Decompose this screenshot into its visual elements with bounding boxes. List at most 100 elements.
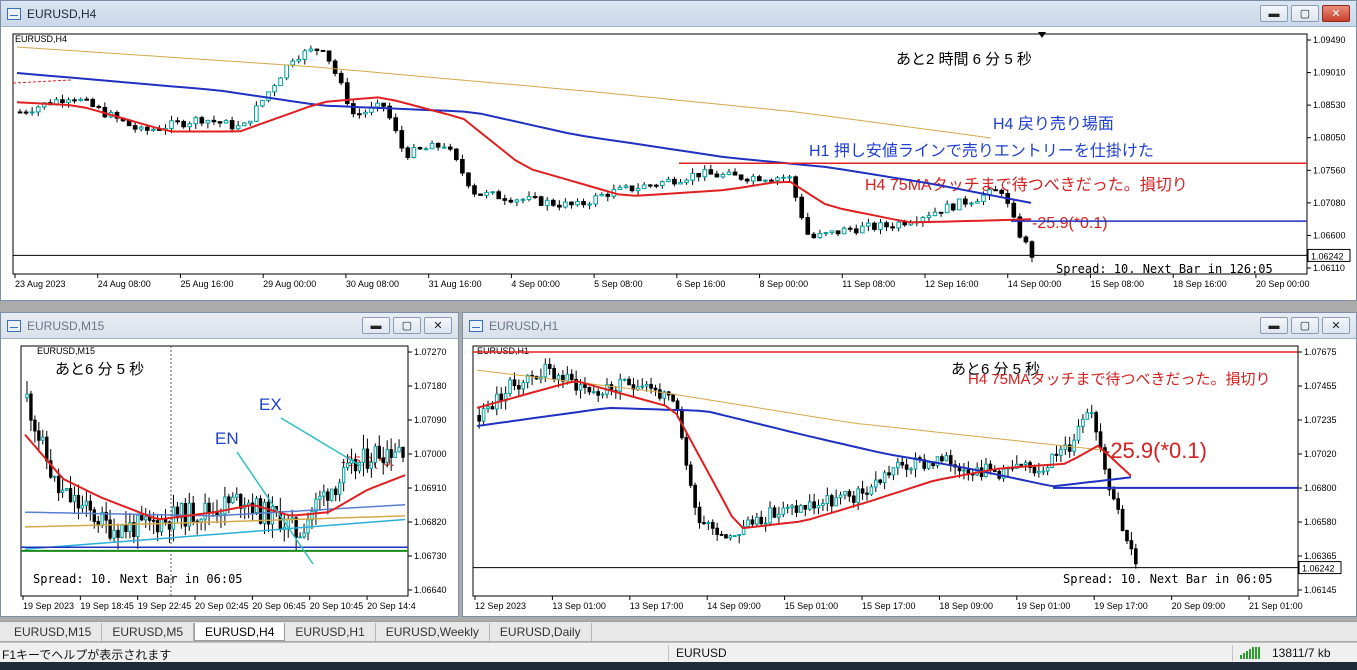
candle-body	[56, 475, 61, 494]
time-tick-label: 25 Aug 16:00	[180, 279, 233, 289]
h4-note-h4-sell: H4 戻り売り場面	[993, 115, 1114, 133]
candle-body	[405, 147, 411, 158]
candle-body	[790, 505, 794, 508]
candle-body	[860, 488, 865, 494]
minimize-button[interactable]: ▬	[1260, 317, 1288, 334]
minimize-button[interactable]: ▬	[362, 317, 390, 334]
candle-body	[617, 186, 623, 191]
price-tick-label: 1.06365	[1304, 551, 1337, 561]
candle-body	[763, 179, 768, 182]
chart-tab[interactable]: EURUSD,H1	[285, 623, 376, 641]
candle-body	[538, 196, 544, 206]
price-tick-label: 1.07020	[1304, 449, 1337, 459]
candle-body	[41, 436, 45, 441]
candle-body	[126, 120, 132, 127]
candle-body	[80, 504, 85, 509]
close-button[interactable]: ✕	[1322, 317, 1350, 334]
h1-chart-window[interactable]: EURUSD,H1 ▬ ▢ ✕ EURUSD,H1 あと6 分 5 秒 H4 7…	[462, 312, 1357, 617]
h4-chart-window[interactable]: EURUSD,H4 ▬ ▢ ✕ EURUSD,H4 あと2 時間 6 分 5 秒…	[0, 0, 1357, 301]
candle-body	[399, 130, 405, 149]
h4-spread-info: Spread: 10. Next Bar in 126:05	[1056, 262, 1273, 276]
os-taskbar	[0, 662, 1357, 670]
h4-note-h1-entry: H1 押し安値ラインで売りエントリーを仕掛けた	[809, 142, 1154, 160]
candle-body	[417, 146, 423, 150]
candle-body	[777, 513, 781, 518]
candle-body	[72, 99, 77, 102]
m15-price-chart[interactable]: EURUSD,M15 あと6 分 5 秒 EX EN -25.9(*0. Spr…	[1, 340, 458, 616]
candle-body	[658, 389, 662, 399]
candle-body	[270, 505, 275, 525]
candle-body	[1072, 439, 1076, 452]
candle-body	[666, 178, 671, 183]
chart-tab[interactable]: EURUSD,Daily	[490, 623, 592, 641]
candle-body	[647, 184, 653, 187]
candle-body	[84, 98, 90, 101]
h1-titlebar[interactable]: EURUSD,H1 ▬ ▢ ✕	[463, 313, 1356, 339]
candle-body	[887, 472, 891, 476]
close-button[interactable]: ✕	[1322, 5, 1350, 22]
h4-price-chart[interactable]: EURUSD,H4 あと2 時間 6 分 5 秒 H4 戻り売り場面 H1 押し…	[1, 28, 1356, 300]
candle-body	[235, 493, 239, 498]
candle-body	[37, 430, 41, 441]
close-button[interactable]: ✕	[424, 317, 452, 334]
time-tick-label: 11 Sep 08:00	[842, 279, 895, 289]
candle-body	[357, 113, 362, 116]
chart-tab[interactable]: EURUSD,M5	[102, 623, 195, 641]
time-tick-label: 20 Sep 14:4	[367, 601, 416, 611]
candle-body	[772, 507, 777, 518]
candle-body	[623, 185, 629, 188]
candle-body	[896, 461, 900, 469]
candle-body	[1032, 467, 1037, 474]
time-tick-label: 19 Sep 2023	[23, 601, 74, 611]
candle-body	[478, 193, 483, 196]
candle-body	[583, 384, 587, 388]
candle-body	[155, 520, 160, 533]
time-tick-label: 5 Sep 08:00	[594, 279, 643, 289]
chart-tab[interactable]: EURUSD,H4	[194, 623, 286, 641]
candle-body	[466, 172, 471, 187]
minimize-button[interactable]: ▬	[1260, 5, 1288, 22]
h1-price-chart[interactable]: EURUSD,H1 あと6 分 5 秒 H4 75MAタッチまで待つべきだった。…	[463, 340, 1356, 616]
candle-body	[1094, 412, 1098, 433]
candle-body	[318, 495, 322, 500]
candle-body	[322, 491, 326, 497]
candle-body	[728, 535, 733, 539]
candle-body	[653, 184, 659, 187]
chart-tab[interactable]: EURUSD,M15	[4, 623, 103, 641]
h1-symbol-label: EURUSD,H1	[477, 346, 529, 356]
maximize-button[interactable]: ▢	[1291, 317, 1319, 334]
h1-window-title: EURUSD,H1	[489, 318, 559, 333]
candle-body	[926, 215, 932, 218]
candle-body	[591, 391, 596, 394]
candle-body	[719, 533, 724, 536]
candle-body	[706, 522, 711, 525]
m15-titlebar[interactable]: EURUSD,M15 ▬ ▢ ✕	[1, 313, 458, 339]
candle-body	[229, 120, 235, 130]
candle-body	[314, 48, 320, 51]
candle-body	[78, 98, 83, 102]
candle-body	[350, 103, 356, 115]
chart-window-icon	[7, 319, 21, 332]
price-tick-label: 1.07235	[1304, 415, 1337, 425]
candle-body	[581, 201, 586, 206]
candle-body	[869, 486, 874, 495]
candle-body	[696, 172, 702, 178]
price-tick-label: 1.07560	[1313, 165, 1346, 175]
time-tick-label: 12 Sep 16:00	[925, 279, 979, 289]
candle-body	[675, 400, 680, 411]
current-price-label: 1.06242	[1311, 251, 1344, 261]
maximize-button[interactable]: ▢	[1291, 5, 1319, 22]
m15-chart-window[interactable]: EURUSD,M15 ▬ ▢ ✕ EURUSD,M15 あと6 分 5 秒 EX…	[0, 312, 459, 617]
h4-titlebar[interactable]: EURUSD,H4 ▬ ▢ ✕	[1, 1, 1356, 27]
time-tick-label: 31 Aug 16:00	[429, 279, 482, 289]
candle-body	[290, 60, 296, 66]
status-traffic: 13811/7 kb	[1272, 646, 1331, 660]
candle-body	[369, 461, 374, 469]
candle-body	[330, 488, 334, 501]
candle-body	[1081, 418, 1085, 427]
candle-body	[247, 120, 253, 124]
candle-body	[76, 494, 81, 509]
chart-tab[interactable]: EURUSD,Weekly	[376, 623, 490, 641]
candle-body	[92, 509, 96, 522]
maximize-button[interactable]: ▢	[393, 317, 421, 334]
